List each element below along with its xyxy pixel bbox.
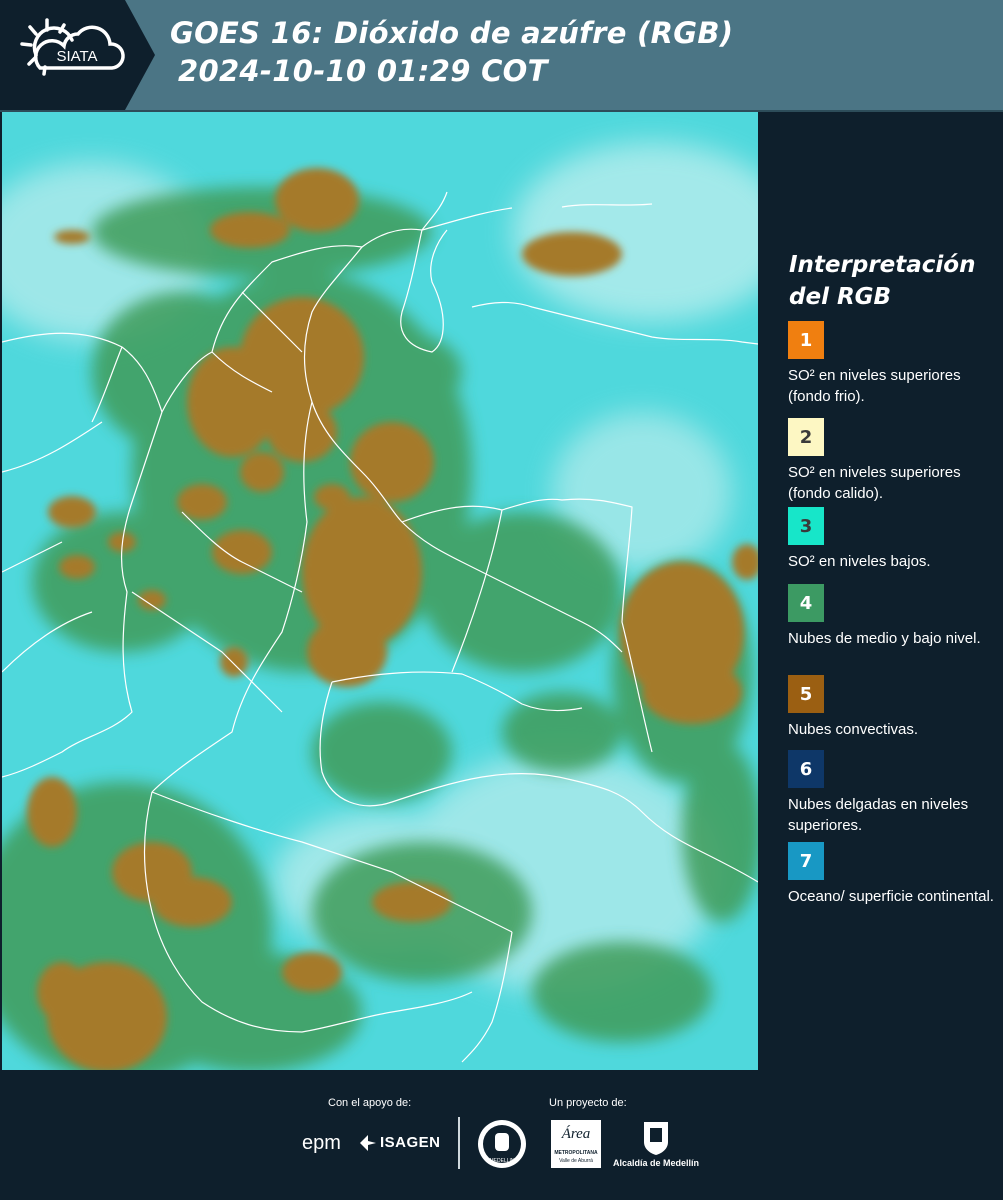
- page-title: GOES 16: Dióxido de azúfre (RGB) 2024-10…: [170, 14, 733, 90]
- header: SIATA GOES 16: Dióxido de azúfre (RGB) 2…: [0, 0, 1003, 112]
- legend-label-4: Nubes de medio y bajo nivel.: [788, 630, 981, 647]
- legend-item-1: 1 SO² en niveles superiores (fondo frio)…: [788, 321, 998, 407]
- legend-swatch-5: 5: [788, 675, 824, 713]
- area-logo-text: Área: [561, 1126, 591, 1142]
- legend-swatch-7: 7: [788, 842, 824, 880]
- legend-title: Interpretación del RGB: [789, 252, 976, 310]
- legend-swatch-2: 2: [788, 418, 824, 456]
- isagen-logo[interactable]: ISAGEN: [380, 1134, 441, 1151]
- legend-label-5: Nubes convectivas.: [788, 721, 919, 738]
- area-logo-subcaption: Valle de Aburrá: [559, 1158, 593, 1164]
- alcaldia-caption[interactable]: Alcaldía de Medellín: [608, 1158, 704, 1168]
- legend-item-5: 5 Nubes convectivas.: [788, 675, 998, 740]
- area-metropolitana-logo[interactable]: Área METROPOLITANA Valle de Aburrá: [551, 1120, 601, 1168]
- legend-item-7: 7 Oceano/ superficie continental.: [788, 842, 998, 907]
- legend-panel: Interpretación del RGB 1 SO² en niveles …: [760, 112, 1003, 1070]
- siata-logo[interactable]: SIATA: [0, 0, 155, 110]
- project-label: Un proyecto de:: [549, 1097, 627, 1109]
- legend-item-2: 2 SO² en niveles superiores (fondo calid…: [788, 418, 998, 518]
- satellite-map[interactable]: [2, 112, 758, 1070]
- footer: Con el apoyo de: Un proyecto de: epm ISA…: [0, 1070, 1003, 1200]
- legend-swatch-1: 1: [788, 321, 824, 359]
- area-logo-caption: METROPOLITANA: [554, 1150, 598, 1156]
- epm-logo[interactable]: epm: [302, 1132, 341, 1155]
- legend-swatch-6: 6: [788, 750, 824, 788]
- legend-label-1: SO² en niveles superiores (fondo frio).: [788, 367, 961, 405]
- legend-label-7: Oceano/ superficie continental.: [788, 888, 994, 905]
- logo-text: SIATA: [56, 48, 97, 65]
- isagen-icon: [358, 1133, 378, 1153]
- legend-label-6: Nubes delgadas en niveles superiores.: [788, 796, 969, 834]
- legend-item-3: 3 SO² en niveles bajos.: [788, 507, 998, 572]
- medellin-seal-text: MEDELLIN: [489, 1158, 514, 1164]
- alcaldia-shield-icon: [642, 1120, 670, 1156]
- footer-divider: [458, 1117, 460, 1169]
- legend-item-6: 6 Nubes delgadas en niveles superiores.: [788, 750, 998, 836]
- legend-item-4: 4 Nubes de medio y bajo nivel.: [788, 584, 998, 649]
- legend-swatch-4: 4: [788, 584, 824, 622]
- support-label: Con el apoyo de:: [328, 1097, 412, 1109]
- medellin-seal-icon[interactable]: MEDELLIN: [477, 1119, 527, 1169]
- title-line-2: 2024-10-10 01:29 COT: [178, 54, 548, 88]
- legend-label-3: SO² en niveles bajos.: [788, 553, 931, 570]
- title-line-1: GOES 16: Dióxido de azúfre (RGB): [170, 16, 734, 50]
- legend-swatch-3: 3: [788, 507, 824, 545]
